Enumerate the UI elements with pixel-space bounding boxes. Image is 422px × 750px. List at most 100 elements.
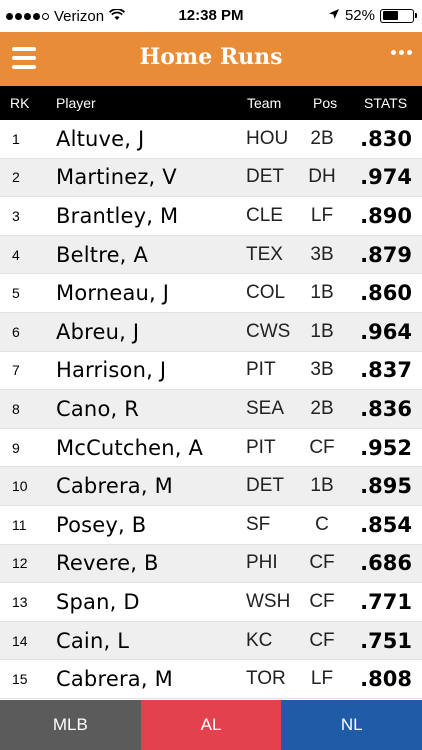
pos-cell: 3B bbox=[310, 243, 334, 265]
location-arrow-icon bbox=[328, 7, 340, 24]
rank-cell: 3 bbox=[12, 207, 20, 224]
stats-table: 1 Altuve, J HOU 2B .830 2 Martinez, V DE… bbox=[0, 120, 422, 699]
rank-cell: 6 bbox=[12, 323, 20, 340]
battery-icon bbox=[380, 8, 417, 23]
player-cell: Beltre, A bbox=[56, 242, 149, 267]
team-cell: KC bbox=[246, 629, 273, 651]
player-cell: McCutchen, A bbox=[56, 435, 204, 460]
table-row[interactable]: 9 McCutchen, A PIT CF .952 bbox=[0, 428, 422, 468]
table-row[interactable]: 5 Morneau, J COL 1B .860 bbox=[0, 274, 422, 313]
team-cell: PIT bbox=[246, 436, 276, 458]
pos-cell: CF bbox=[309, 590, 335, 612]
table-row[interactable]: 10 Cabrera, M DET 1B .895 bbox=[0, 467, 422, 506]
column-header: RK Player Team Pos STATS bbox=[0, 86, 422, 120]
pos-cell: 2B bbox=[310, 397, 334, 419]
rank-cell: 1 bbox=[12, 130, 20, 147]
tab-al[interactable]: AL bbox=[140, 700, 282, 750]
table-row[interactable]: 4 Beltre, A TEX 3B .879 bbox=[0, 235, 422, 275]
tab-nl[interactable]: NL bbox=[281, 700, 422, 750]
stats-cell: .879 bbox=[360, 242, 412, 267]
stats-cell: .895 bbox=[360, 474, 412, 499]
player-cell: Cain, L bbox=[56, 628, 130, 653]
pos-cell: 1B bbox=[310, 475, 334, 497]
player-cell: Posey, B bbox=[56, 512, 147, 537]
stats-cell: .686 bbox=[360, 551, 412, 576]
rank-cell: 15 bbox=[12, 671, 28, 688]
stats-cell: .751 bbox=[360, 628, 412, 653]
stats-cell: .890 bbox=[360, 203, 412, 228]
stats-cell: .836 bbox=[360, 396, 412, 421]
pos-cell: CF bbox=[309, 552, 335, 574]
rank-cell: 2 bbox=[12, 169, 20, 186]
pos-cell: DH bbox=[308, 166, 336, 188]
team-cell: HOU bbox=[246, 127, 289, 149]
player-cell: Cabrera, M bbox=[56, 474, 173, 499]
rank-cell: 4 bbox=[12, 246, 20, 263]
stats-cell: .952 bbox=[360, 435, 412, 460]
tab-mlb[interactable]: MLB bbox=[0, 700, 141, 750]
player-cell: Altuve, J bbox=[56, 126, 145, 151]
player-cell: Cano, R bbox=[56, 396, 140, 421]
status-right: 52% bbox=[328, 7, 417, 24]
team-cell: WSH bbox=[246, 590, 291, 612]
battery-percent: 52% bbox=[344, 7, 375, 24]
pos-cell: CF bbox=[309, 436, 335, 458]
table-row[interactable]: 2 Martinez, V DET DH .974 bbox=[0, 158, 422, 198]
column-pos[interactable]: Pos bbox=[313, 95, 337, 111]
table-row[interactable]: 7 Harrison, J PIT 3B .837 bbox=[0, 351, 422, 391]
pos-cell: CF bbox=[309, 629, 335, 651]
table-row[interactable]: 3 Brantley, M CLE LF .890 bbox=[0, 197, 422, 236]
nav-bar: Home Runs bbox=[0, 32, 422, 86]
table-row[interactable]: 6 Abreu, J CWS 1B .964 bbox=[0, 312, 422, 352]
rank-cell: 13 bbox=[12, 593, 28, 610]
team-cell: CWS bbox=[246, 320, 291, 342]
table-row[interactable]: 15 Cabrera, M TOR LF .808 bbox=[0, 660, 422, 699]
stats-cell: .808 bbox=[360, 667, 412, 692]
more-dots-icon[interactable] bbox=[391, 50, 412, 55]
pos-cell: 3B bbox=[310, 359, 334, 381]
table-row[interactable]: 8 Cano, R SEA 2B .836 bbox=[0, 390, 422, 429]
pos-cell: 2B bbox=[310, 127, 334, 149]
table-row[interactable]: 1 Altuve, J HOU 2B .830 bbox=[0, 120, 422, 159]
column-team[interactable]: Team bbox=[247, 95, 281, 111]
status-bar: Verizon 12:38 PM 52% bbox=[0, 0, 422, 32]
player-cell: Martinez, V bbox=[56, 165, 177, 190]
pos-cell: C bbox=[315, 513, 329, 535]
rank-cell: 12 bbox=[12, 555, 28, 572]
rank-cell: 10 bbox=[12, 478, 28, 495]
page-title: Home Runs bbox=[139, 44, 283, 70]
stats-cell: .837 bbox=[360, 358, 412, 383]
rank-cell: 9 bbox=[12, 439, 20, 456]
table-row[interactable]: 11 Posey, B SF C .854 bbox=[0, 505, 422, 545]
column-player[interactable]: Player bbox=[56, 95, 96, 111]
pos-cell: LF bbox=[310, 668, 334, 690]
player-cell: Revere, B bbox=[56, 551, 159, 576]
column-stats[interactable]: STATS bbox=[364, 95, 407, 111]
player-cell: Morneau, J bbox=[56, 281, 170, 306]
pos-cell: LF bbox=[310, 204, 334, 226]
pos-cell: 1B bbox=[310, 282, 334, 304]
stats-cell: .771 bbox=[360, 589, 412, 614]
rank-cell: 14 bbox=[12, 632, 28, 649]
team-cell: PHI bbox=[246, 552, 278, 574]
player-cell: Abreu, J bbox=[56, 319, 140, 344]
team-cell: PIT bbox=[246, 359, 276, 381]
stats-cell: .830 bbox=[360, 126, 412, 151]
league-tab-bar: MLB AL NL bbox=[0, 700, 422, 750]
team-cell: TOR bbox=[246, 668, 286, 690]
table-row[interactable]: 12 Revere, B PHI CF .686 bbox=[0, 544, 422, 584]
stats-cell: .854 bbox=[360, 512, 412, 537]
rank-cell: 7 bbox=[12, 362, 20, 379]
table-row[interactable]: 14 Cain, L KC CF .751 bbox=[0, 621, 422, 661]
table-row[interactable]: 13 Span, D WSH CF .771 bbox=[0, 583, 422, 622]
team-cell: TEX bbox=[246, 243, 283, 265]
stats-cell: .964 bbox=[360, 319, 412, 344]
team-cell: SEA bbox=[246, 397, 285, 419]
stats-cell: .974 bbox=[360, 165, 412, 190]
player-cell: Harrison, J bbox=[56, 358, 167, 383]
column-rk[interactable]: RK bbox=[10, 95, 29, 111]
pos-cell: 1B bbox=[310, 320, 334, 342]
rank-cell: 5 bbox=[12, 285, 20, 302]
stats-cell: .860 bbox=[360, 281, 412, 306]
team-cell: COL bbox=[246, 282, 286, 304]
